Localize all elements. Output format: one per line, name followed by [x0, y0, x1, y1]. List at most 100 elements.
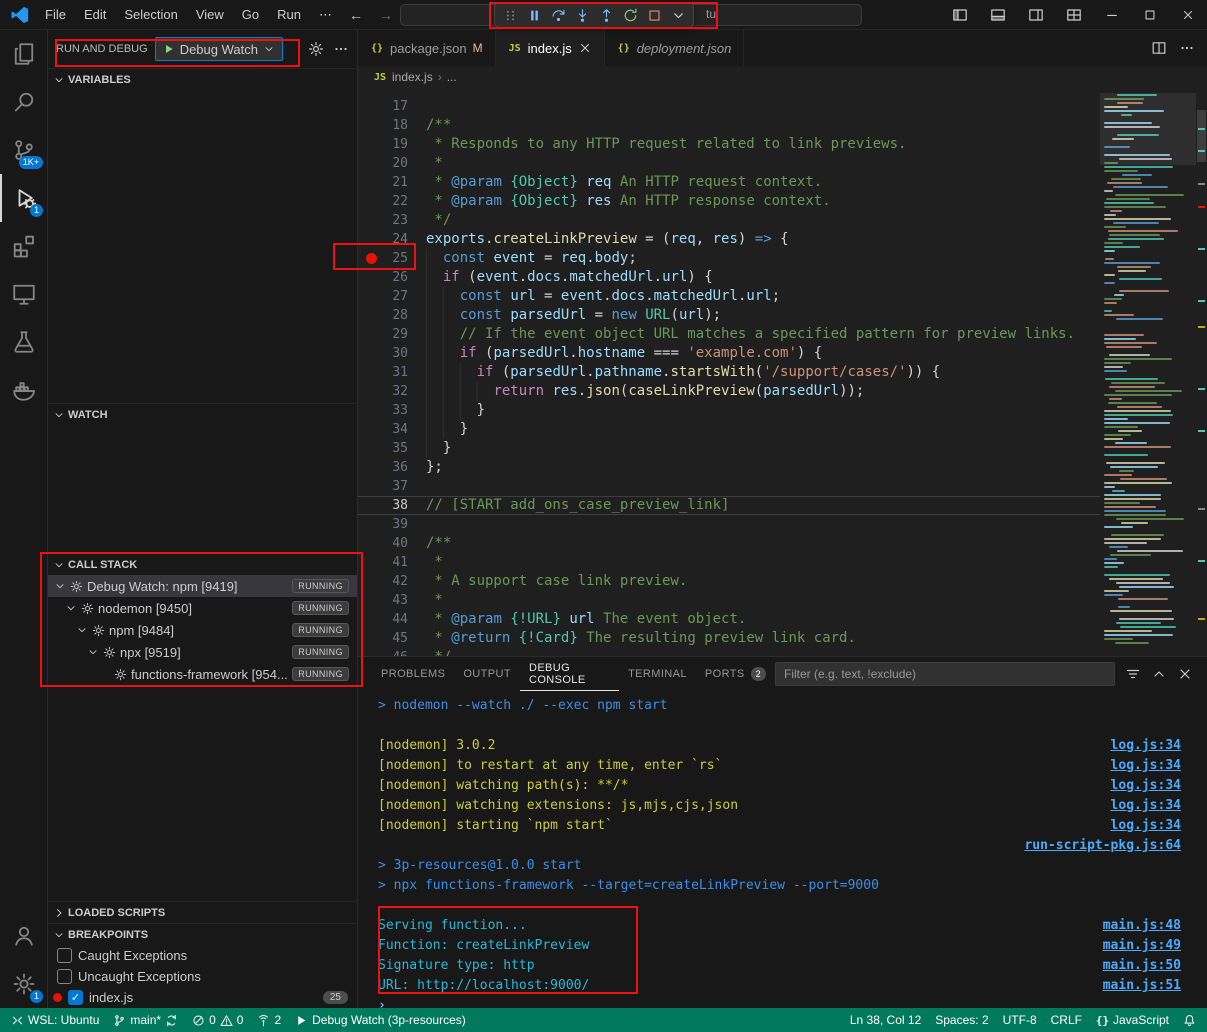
gutter[interactable]: 32 — [358, 382, 426, 401]
gutter[interactable]: 26 — [358, 268, 426, 287]
gutter[interactable]: 22 — [358, 192, 426, 211]
close-window-button[interactable] — [1169, 0, 1207, 30]
debug-settings-gear-icon[interactable] — [308, 41, 324, 57]
panel-tab-terminal[interactable]: TERMINAL — [619, 657, 696, 691]
section-header-breakpoints[interactable]: BREAKPOINTS — [48, 923, 357, 945]
breakpoint-checkbox[interactable] — [57, 948, 72, 963]
status-debug-session[interactable]: Debug Watch (3p-resources) — [288, 1008, 473, 1032]
gutter[interactable]: 38 — [358, 496, 426, 515]
panel-tab-problems[interactable]: PROBLEMS — [372, 657, 454, 691]
code-line[interactable]: 26 if (event.docs.matchedUrl.url) { — [358, 268, 1100, 287]
code-line[interactable]: 33 } — [358, 401, 1100, 420]
history-forward-arrow[interactable]: → — [371, 7, 401, 23]
code-line[interactable]: 35 } — [358, 439, 1100, 458]
console-input[interactable]: › — [378, 995, 1181, 1008]
gutter[interactable]: 31 — [358, 363, 426, 382]
tab-package.json[interactable]: {}package.jsonM — [358, 30, 496, 66]
minimap-slider[interactable] — [1100, 93, 1196, 165]
code-line[interactable]: 19 * Responds to any HTTP request relate… — [358, 135, 1100, 154]
source-link[interactable]: log.js:34 — [1111, 758, 1181, 773]
scrollbar-thumb[interactable] — [1197, 110, 1206, 162]
status-problems[interactable]: 00 — [185, 1008, 250, 1032]
gutter[interactable]: 42 — [358, 572, 426, 591]
call-stack-session[interactable]: npx [9519]RUNNING — [48, 641, 357, 663]
activitybar-run-and-debug[interactable]: 1 — [0, 174, 47, 222]
source-link[interactable]: main.js:50 — [1103, 958, 1181, 973]
gutter[interactable]: 39 — [358, 515, 426, 534]
code-line[interactable]: 27 const url = event.docs.matchedUrl.url… — [358, 287, 1100, 306]
minimap[interactable] — [1100, 88, 1196, 656]
editor-scrollbar[interactable] — [1196, 88, 1207, 656]
activitybar-settings[interactable]: 1 — [0, 960, 47, 1008]
source-link[interactable]: run-script-pkg.js:64 — [1024, 838, 1181, 853]
code-line[interactable]: 34 } — [358, 420, 1100, 439]
gutter[interactable]: 27 — [358, 287, 426, 306]
gutter[interactable]: 34 — [358, 420, 426, 439]
code-line[interactable]: 24exports.createLinkPreview = (req, res)… — [358, 230, 1100, 249]
gutter[interactable]: 30 — [358, 344, 426, 363]
activitybar-source-control[interactable]: 1K+ — [0, 126, 47, 174]
code-line[interactable]: 21 * @param {Object} req An HTTP request… — [358, 173, 1100, 192]
more-editor-actions-icon[interactable] — [1179, 40, 1195, 56]
code-line[interactable]: 23 */ — [358, 211, 1100, 230]
debug-console-output[interactable]: > nodemon --watch ./ --exec npm start[no… — [358, 691, 1207, 1008]
status-git-branch[interactable]: main* — [106, 1008, 185, 1032]
maximize-button[interactable] — [1131, 0, 1169, 30]
section-header-loaded-scripts[interactable]: LOADED SCRIPTS — [48, 901, 357, 923]
pause-button[interactable] — [522, 4, 546, 26]
code-area[interactable]: 1718/**19 * Responds to any HTTP request… — [358, 88, 1100, 656]
call-stack-session[interactable]: Debug Watch: npm [9419]RUNNING — [48, 575, 357, 597]
filter-options-icon[interactable] — [1125, 666, 1141, 682]
panel-tab-output[interactable]: OUTPUT — [454, 657, 520, 691]
code-line[interactable]: 40/** — [358, 534, 1100, 553]
code-line[interactable]: 41 * — [358, 553, 1100, 572]
gutter[interactable]: 24 — [358, 230, 426, 249]
gutter[interactable]: 46 — [358, 648, 426, 656]
step-into-button[interactable] — [570, 4, 594, 26]
breakpoint-item[interactable]: Caught Exceptions — [48, 945, 357, 966]
toggle-layout-panel[interactable] — [979, 0, 1017, 30]
tab-deployment.json[interactable]: {}deployment.json — [605, 30, 745, 66]
source-link[interactable]: log.js:34 — [1111, 778, 1181, 793]
activitybar-remote-explorer[interactable] — [0, 270, 47, 318]
status-cursor-position[interactable]: Ln 38, Col 12 — [843, 1008, 928, 1032]
stop-button[interactable] — [642, 4, 666, 26]
gutter[interactable]: 17 — [358, 97, 426, 116]
activitybar-extensions[interactable] — [0, 222, 47, 270]
gutter[interactable]: 44 — [358, 610, 426, 629]
code-line[interactable]: 28 const parsedUrl = new URL(url); — [358, 306, 1100, 325]
status-indentation[interactable]: Spaces: 2 — [928, 1008, 995, 1032]
close-panel-icon[interactable] — [1177, 666, 1193, 682]
section-header-variables[interactable]: VARIABLES — [48, 68, 357, 90]
activitybar-testing[interactable] — [0, 318, 47, 366]
status-forwarded-ports[interactable]: 2 — [250, 1008, 288, 1032]
code-line[interactable]: 30 if (parsedUrl.hostname === 'example.c… — [358, 344, 1100, 363]
gutter[interactable]: 19 — [358, 135, 426, 154]
history-back-arrow[interactable]: ← — [341, 7, 371, 23]
panel-tab-debug-console[interactable]: DEBUG CONSOLE — [520, 657, 619, 691]
code-line[interactable]: 37 — [358, 477, 1100, 496]
panel-tab-ports[interactable]: PORTS2 — [696, 657, 775, 691]
breadcrumb-tail[interactable]: ... — [447, 70, 457, 84]
gutter[interactable]: 21 — [358, 173, 426, 192]
code-line[interactable]: 22 * @param {Object} res An HTTP respons… — [358, 192, 1100, 211]
source-link[interactable]: main.js:48 — [1103, 918, 1181, 933]
gutter[interactable]: 35 — [358, 439, 426, 458]
source-link[interactable]: main.js:51 — [1103, 978, 1181, 993]
step-out-button[interactable] — [594, 4, 618, 26]
gutter[interactable]: 25 — [358, 249, 426, 268]
minimize-button[interactable] — [1093, 0, 1131, 30]
menu-selection[interactable]: Selection — [115, 7, 186, 22]
code-editor[interactable]: 1718/**19 * Responds to any HTTP request… — [358, 88, 1207, 656]
code-line[interactable]: 44 * @param {!URL} url The event object. — [358, 610, 1100, 629]
menu-file[interactable]: File — [36, 7, 75, 22]
split-editor-icon[interactable] — [1151, 40, 1167, 56]
breakpoint-item[interactable]: Uncaught Exceptions — [48, 966, 357, 987]
maximize-panel-icon[interactable] — [1151, 666, 1167, 682]
gutter[interactable]: 43 — [358, 591, 426, 610]
breadcrumb-file[interactable]: index.js — [392, 70, 433, 84]
start-debugging-icon[interactable] — [163, 43, 175, 55]
gutter[interactable]: 33 — [358, 401, 426, 420]
code-line[interactable]: 45 * @return {!Card} The resulting previ… — [358, 629, 1100, 648]
console-filter-input[interactable] — [775, 662, 1115, 686]
